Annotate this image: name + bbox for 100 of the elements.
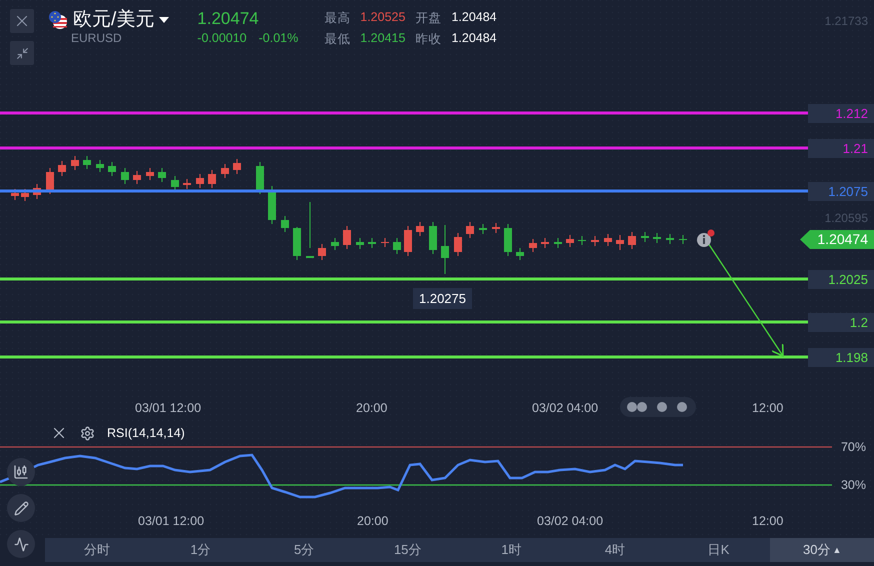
candle [381, 238, 389, 248]
candle [71, 156, 79, 170]
time-axis-label: 20:00 [357, 514, 388, 528]
line-chart-icon[interactable] [7, 530, 35, 558]
candle [479, 224, 487, 234]
candle [666, 234, 674, 244]
candle [208, 170, 216, 188]
indicator-level-label: 30% [840, 478, 866, 492]
candle [158, 168, 166, 182]
caret-icon[interactable] [159, 17, 170, 23]
candle [591, 236, 599, 246]
dots-icon[interactable] [620, 397, 696, 417]
stat-label: 昨收 [415, 31, 442, 48]
candle [221, 164, 229, 178]
current-price: 1.20474 [197, 9, 260, 29]
candle [46, 168, 54, 194]
candle [628, 232, 636, 250]
candle [108, 162, 116, 176]
flag-icon [48, 10, 68, 30]
candle [11, 188, 19, 200]
candle [83, 156, 91, 170]
candle [293, 226, 301, 260]
candle [454, 232, 462, 256]
candle [492, 222, 500, 234]
candle [466, 222, 474, 238]
candle [393, 238, 401, 254]
candle [133, 170, 141, 184]
candle [504, 224, 512, 256]
candle [146, 168, 154, 180]
shrink-button[interactable] [10, 41, 34, 65]
candle [233, 158, 241, 174]
time-axis-label: 12:00 [752, 514, 784, 528]
stat-label: 开盘 [415, 10, 442, 27]
trend-arrow[interactable] [707, 242, 784, 357]
candle [318, 244, 326, 260]
candle [641, 232, 649, 242]
candle [331, 238, 339, 250]
candle [541, 238, 549, 248]
indicator-name: RSI(14,14,14) [107, 426, 185, 440]
candle [171, 176, 179, 192]
candle [21, 188, 29, 202]
timeframe-tab[interactable]: 1时 [460, 538, 564, 562]
candle [416, 222, 424, 236]
time-axis-label: 12:00 [752, 401, 784, 415]
timeframe-tab[interactable]: 1分 [148, 538, 252, 562]
price-change: -0.00010 [197, 31, 247, 45]
symbol-code: EURUSD [71, 31, 123, 45]
time-axis-label: 03/01 12:00 [135, 401, 202, 415]
price-level-label: 1.21 [808, 139, 874, 158]
timeframe-tab[interactable]: 日K [666, 538, 770, 562]
candle [356, 238, 364, 250]
timeframe-tab[interactable]: 5分 [252, 538, 356, 562]
close-button[interactable] [10, 9, 34, 33]
candle [368, 238, 376, 248]
candle [343, 226, 351, 250]
timeframe-tab[interactable]: 4时 [563, 538, 667, 562]
time-axis-label: 03/02 04:00 [537, 514, 604, 528]
pair-title[interactable]: 欧元/美元 [73, 9, 154, 31]
candle [96, 160, 104, 172]
candle [281, 216, 289, 232]
stat-label: 最低 [324, 31, 350, 48]
info-marker-icon[interactable] [697, 230, 714, 247]
stat-value: 1.20484 [451, 31, 497, 47]
candle [554, 238, 562, 248]
price-level-label: 1.212 [808, 104, 874, 123]
settings-icon[interactable] [80, 426, 95, 440]
time-axis-label: 03/02 04:00 [532, 401, 598, 415]
stat-value: 1.20415 [360, 31, 406, 47]
low-price-tooltip: 1.20275 [413, 288, 472, 309]
timeframe-tab[interactable]: 分时 [45, 538, 149, 562]
candle [196, 174, 204, 188]
candle [183, 178, 191, 190]
stat-value: 1.20525 [360, 10, 406, 26]
candle [653, 232, 661, 244]
candle [256, 162, 264, 194]
candle [268, 186, 276, 224]
time-axis-label: 20:00 [356, 401, 388, 415]
candle [306, 202, 314, 258]
candle [679, 234, 687, 244]
candle [121, 168, 129, 184]
timeframe-tab[interactable]: 30分▲ [770, 538, 874, 562]
price-level-label: 1.198 [808, 348, 874, 367]
candle [58, 160, 66, 176]
candle [604, 234, 612, 246]
timeframe-tab[interactable]: 15分 [356, 538, 460, 562]
candle [33, 184, 41, 200]
time-axis-label: 03/01 12:00 [138, 514, 204, 528]
candle [529, 238, 537, 252]
candle [404, 226, 412, 256]
price-level-label: 1.2 [808, 313, 874, 332]
price-level-label: 1.2025 [808, 270, 874, 289]
stat-label: 最高 [324, 10, 350, 27]
candle [566, 234, 574, 248]
price-level-label: 1.2075 [808, 182, 874, 201]
price-tag-pointer-icon [800, 230, 810, 249]
shrink-arrows-icon [16, 46, 28, 60]
stat-value: 1.20484 [451, 10, 497, 26]
candle [441, 224, 449, 274]
candle [516, 248, 524, 260]
candle [429, 222, 437, 254]
